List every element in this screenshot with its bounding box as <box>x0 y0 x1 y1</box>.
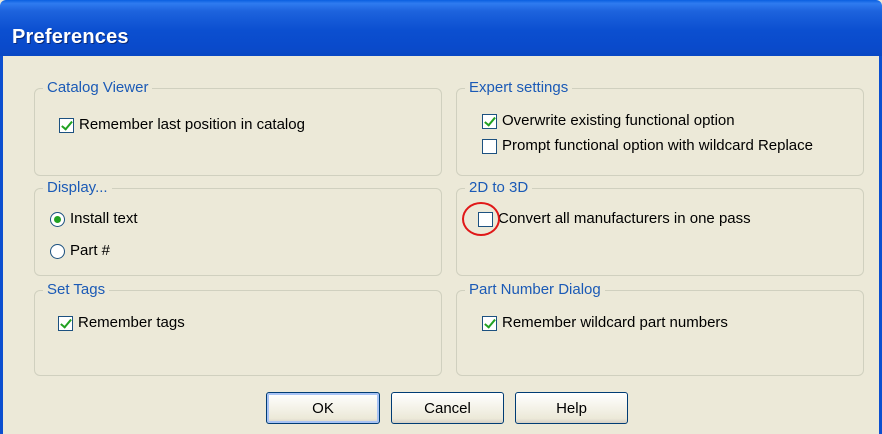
set-tags-group: Set Tags Remember tags <box>34 280 442 376</box>
expert-settings-group: Expert settings Overwrite existing funct… <box>456 78 864 176</box>
display-group: Display... Install text Part # <box>34 178 442 276</box>
2d-to-3d-label: 2D to 3D <box>465 178 533 198</box>
remember-last-position-label: Remember last position in catalog <box>79 116 305 133</box>
install-text-label: Install text <box>70 210 138 227</box>
part-number-label: Part # <box>70 242 111 259</box>
remember-wildcard-option[interactable]: Remember wildcard part numbers <box>482 313 728 333</box>
catalog-viewer-group: Catalog Viewer Remember last position in… <box>34 78 442 176</box>
help-button[interactable]: Help <box>515 392 628 424</box>
remember-wildcard-checkbox[interactable] <box>482 315 497 331</box>
prompt-wildcard-label: Prompt functional option with wildcard R… <box>502 137 813 154</box>
install-text-radio[interactable] <box>50 211 65 227</box>
2d-to-3d-group: 2D to 3D Convert all manufacturers in on… <box>456 178 864 276</box>
part-number-dialog-group: Part Number Dialog Remember wildcard par… <box>456 280 864 376</box>
ok-button[interactable]: OK <box>266 392 380 424</box>
remember-last-position-checkbox[interactable] <box>59 117 74 133</box>
convert-all-label: Convert all manufacturers in one pass <box>498 210 751 227</box>
cancel-button[interactable]: Cancel <box>391 392 504 424</box>
display-label: Display... <box>43 178 112 198</box>
install-text-option[interactable]: Install text <box>50 209 138 229</box>
catalog-viewer-label: Catalog Viewer <box>43 78 153 98</box>
annotation-circle <box>462 202 500 236</box>
overwrite-functional-option[interactable]: Overwrite existing functional option <box>482 111 735 131</box>
remember-wildcard-label: Remember wildcard part numbers <box>502 314 728 331</box>
remember-tags-option[interactable]: Remember tags <box>58 313 185 333</box>
prompt-wildcard-checkbox[interactable] <box>482 138 497 154</box>
prompt-wildcard-option[interactable]: Prompt functional option with wildcard R… <box>482 136 813 156</box>
overwrite-functional-label: Overwrite existing functional option <box>502 112 735 129</box>
remember-tags-checkbox[interactable] <box>58 315 73 331</box>
part-number-dialog-label: Part Number Dialog <box>465 280 605 300</box>
remember-tags-label: Remember tags <box>78 314 185 331</box>
convert-all-option[interactable]: Convert all manufacturers in one pass <box>478 209 751 229</box>
expert-settings-label: Expert settings <box>465 78 573 98</box>
part-number-radio[interactable] <box>50 243 65 259</box>
title-bar[interactable]: Preferences <box>0 0 882 56</box>
remember-last-position-option[interactable]: Remember last position in catalog <box>59 115 305 135</box>
part-number-option[interactable]: Part # <box>50 241 110 261</box>
overwrite-functional-checkbox[interactable] <box>482 113 497 129</box>
set-tags-label: Set Tags <box>43 280 110 300</box>
dialog-title: Preferences <box>12 26 129 48</box>
preferences-dialog: Preferences Catalog Viewer Remember last… <box>0 0 882 434</box>
